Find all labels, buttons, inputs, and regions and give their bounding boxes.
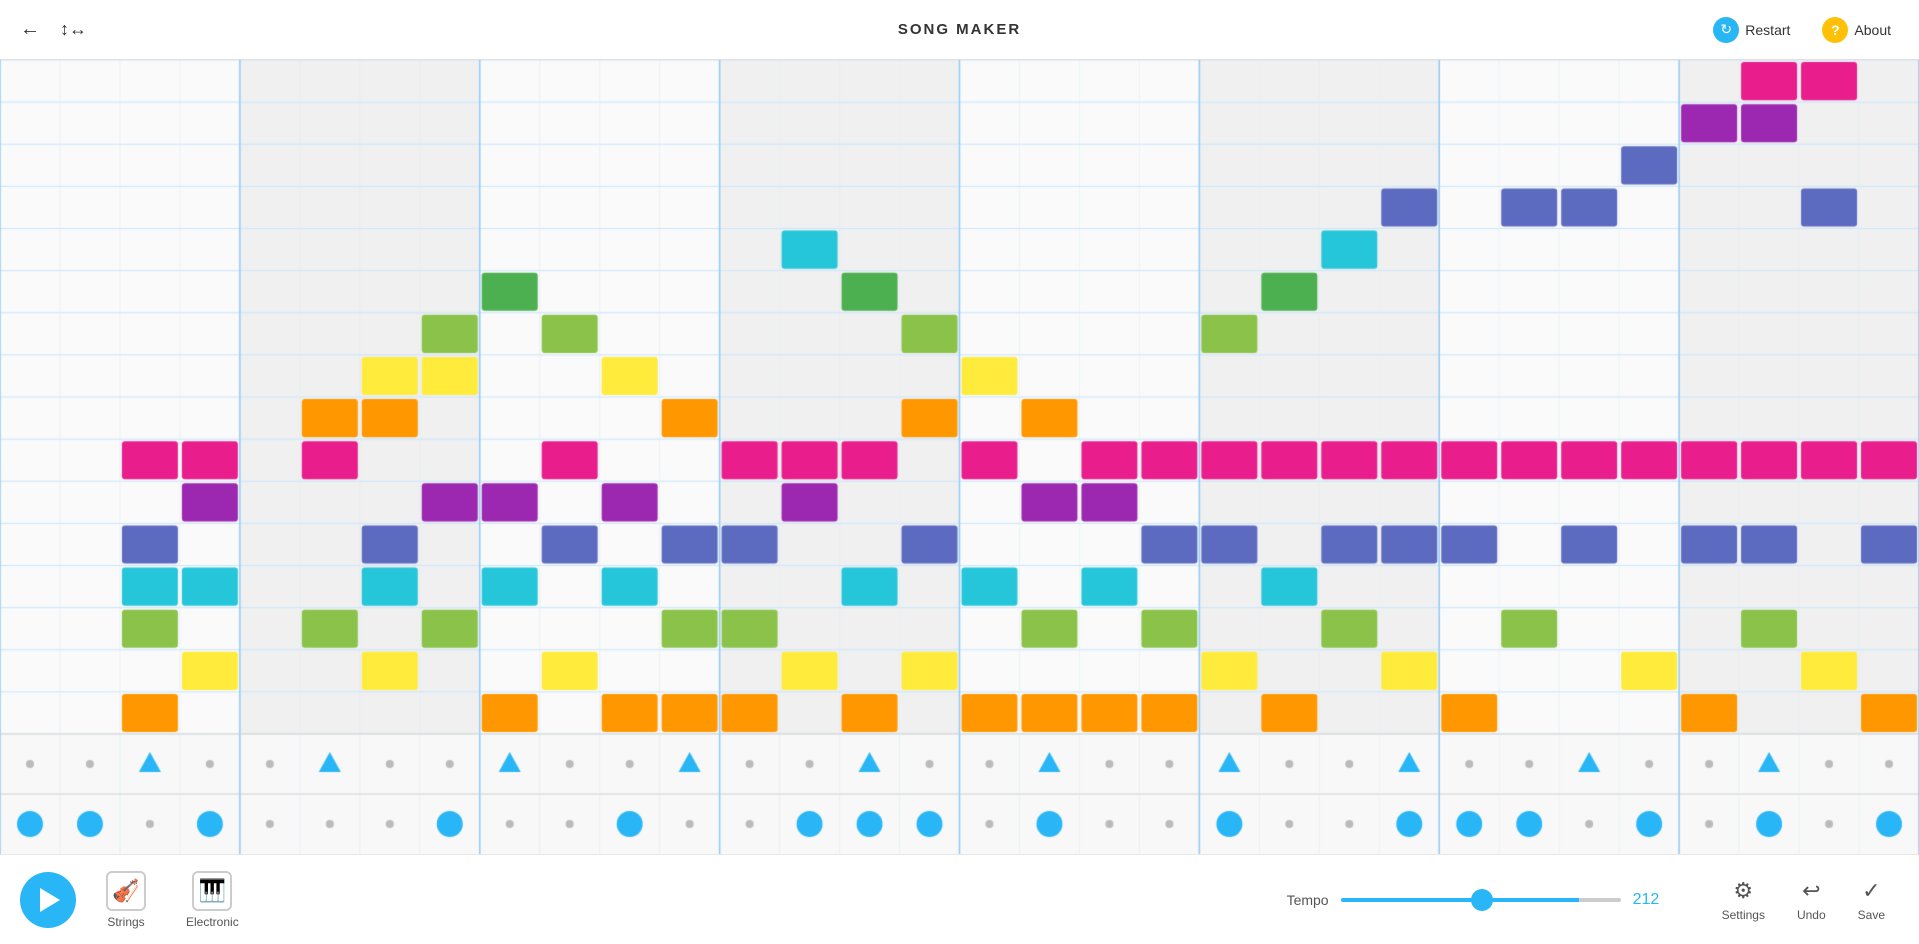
tempo-value: 212 [1633, 891, 1668, 909]
undo-label: Undo [1797, 908, 1826, 922]
settings-icon: ⚙ [1733, 878, 1753, 904]
save-icon: ✓ [1862, 878, 1880, 904]
about-label: About [1854, 22, 1891, 38]
tempo-slider[interactable] [1341, 898, 1621, 902]
back-button[interactable]: ← [20, 18, 40, 41]
play-button[interactable] [20, 872, 76, 928]
tempo-label: Tempo [1287, 892, 1329, 908]
about-icon: ? [1822, 17, 1848, 43]
save-label: Save [1858, 908, 1885, 922]
strings-label: Strings [107, 915, 144, 929]
electronic-button[interactable]: 🎹 Electronic [176, 867, 249, 933]
page-title: SONG MAKER [898, 21, 1021, 38]
undo-button[interactable]: ↩ Undo [1783, 872, 1840, 928]
tempo-group: Tempo 212 [1287, 891, 1668, 909]
strings-icon: 🎻 [106, 871, 146, 911]
header-left: ← ↕↔ [20, 18, 87, 41]
header-right: ↻ Restart ? About [1705, 13, 1899, 47]
electronic-label: Electronic [186, 915, 239, 929]
bottom-bar: 🎻 Strings 🎹 Electronic Tempo 212 ⚙ Setti… [0, 854, 1919, 944]
right-controls: ⚙ Settings ↩ Undo ✓ Save [1708, 872, 1899, 928]
grid-area[interactable] [0, 60, 1919, 854]
move-button[interactable]: ↕↔ [60, 19, 87, 40]
restart-button[interactable]: ↻ Restart [1705, 13, 1798, 47]
restart-label: Restart [1745, 22, 1790, 38]
electronic-icon: 🎹 [192, 871, 232, 911]
settings-button[interactable]: ⚙ Settings [1708, 872, 1779, 928]
header: ← ↕↔ SONG MAKER ↻ Restart ? About [0, 0, 1919, 60]
about-button[interactable]: ? About [1814, 13, 1899, 47]
strings-button[interactable]: 🎻 Strings [96, 867, 156, 933]
undo-icon: ↩ [1802, 878, 1820, 904]
song-grid[interactable] [0, 60, 1919, 854]
settings-label: Settings [1722, 908, 1765, 922]
restart-icon: ↻ [1713, 17, 1739, 43]
save-button[interactable]: ✓ Save [1844, 872, 1899, 928]
